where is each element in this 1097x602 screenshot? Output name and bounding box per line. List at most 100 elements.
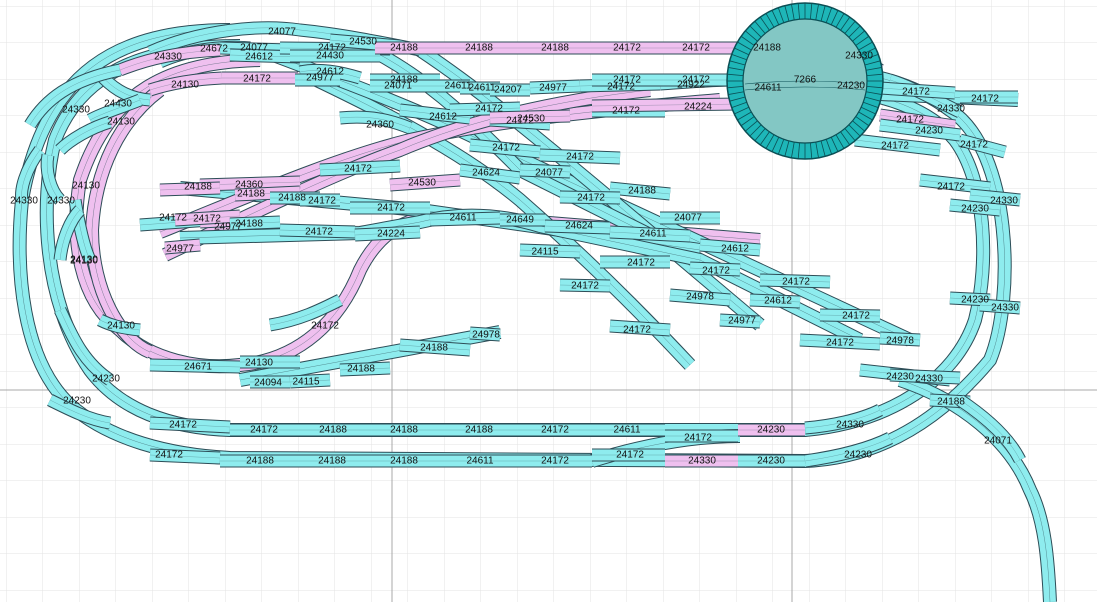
track-label: 24094	[254, 378, 282, 389]
track-label: 24360	[366, 120, 394, 131]
track-label: 24188	[390, 43, 418, 54]
track-label: 24172	[613, 43, 641, 54]
track-label: 24130	[171, 80, 199, 91]
track-label: 24330	[10, 196, 38, 207]
track-label: 24172	[881, 141, 909, 152]
track-label: 24330	[991, 303, 1019, 314]
track-label: 24172	[682, 43, 710, 54]
track-label: 24188	[753, 43, 781, 54]
track-label: 24430	[316, 51, 344, 62]
track-label: 24172	[627, 258, 655, 269]
track-label: 24330	[915, 374, 943, 385]
track-label: 24977	[306, 73, 334, 84]
track-label: 24077	[535, 168, 563, 179]
track-label: 24172	[623, 325, 651, 336]
track-label: 24330	[845, 51, 873, 62]
track-label: 24977	[728, 316, 756, 327]
track-label: 24172	[541, 425, 569, 436]
track-label: 24071	[984, 436, 1012, 447]
track-label: 24188	[319, 425, 347, 436]
track-label: 24172	[566, 152, 594, 163]
track-label: 24624	[565, 221, 593, 232]
track-label: 24172	[344, 164, 372, 175]
track-label: 24611	[754, 83, 782, 94]
track-label: 24115	[292, 377, 320, 388]
track-label: 24172	[169, 420, 197, 431]
track-label: 24612	[429, 112, 457, 123]
track-label: 24172	[960, 140, 988, 151]
track-label: 24611	[468, 83, 496, 94]
track-label: 24130	[72, 181, 100, 192]
track-label: 24188	[347, 364, 375, 375]
track-label: 24612	[245, 52, 273, 63]
track-label: 24624	[472, 168, 500, 179]
track-label: 24330	[688, 456, 716, 467]
track-label: 24530	[349, 37, 377, 48]
track-label: 24230	[961, 295, 989, 306]
track-label: 24172	[682, 75, 710, 86]
track-label: 24612	[721, 244, 749, 255]
track-label: 24188	[420, 343, 448, 354]
track-label: 24188	[318, 456, 346, 467]
track-label: 24077	[674, 213, 702, 224]
track-label: 24188	[628, 186, 656, 197]
track-label: 24130	[70, 255, 98, 266]
track-label: 24188	[541, 43, 569, 54]
track-label: 24172	[305, 227, 333, 238]
track-label: 24188	[278, 193, 306, 204]
track-label: 24172	[571, 281, 599, 292]
track-label: 24978	[686, 292, 714, 303]
track-label: 24172	[896, 115, 924, 126]
track-label: 24188	[237, 189, 265, 200]
track-label: 24071	[384, 81, 412, 92]
track-label: 24188	[390, 425, 418, 436]
track-label: 24188	[235, 219, 263, 230]
track-label: 24172	[702, 266, 730, 277]
track-label: 24172	[782, 277, 810, 288]
track-label: 24188	[937, 397, 965, 408]
track-label: 24977	[539, 83, 567, 94]
track-label: 24172	[475, 104, 503, 115]
track-label: 24330	[990, 196, 1018, 207]
track-label: 24172	[193, 214, 221, 225]
track-label: 24977	[166, 244, 194, 255]
track-label: 24172	[577, 193, 605, 204]
track-label: 24172	[684, 433, 712, 444]
track-label: 24172	[308, 196, 336, 207]
track-label: 24188	[465, 425, 493, 436]
track-label: 24230	[92, 374, 120, 385]
track-label: 24612	[764, 296, 792, 307]
track-label: 24230	[961, 204, 989, 215]
track-label: 24224	[377, 229, 405, 240]
track-label: 24172	[937, 182, 965, 193]
track-label: 24115	[531, 247, 559, 258]
track-label: 24230	[757, 425, 785, 436]
track-label: 24172	[243, 74, 271, 85]
track-label: 24172	[377, 203, 405, 214]
track-label: 24978	[886, 336, 914, 347]
track-label: 24530	[517, 114, 545, 125]
track-label: 24172	[492, 143, 520, 154]
track-label: 24188	[246, 456, 274, 467]
track-label: 24207	[494, 85, 522, 96]
track-label: 24130	[107, 321, 135, 332]
track-label: 24077	[268, 27, 296, 38]
track-label: 24611	[466, 456, 494, 467]
track-label: 24230	[915, 126, 943, 137]
track-label: 24172	[971, 94, 999, 105]
track-label: 24188	[184, 182, 212, 193]
track-label: 24172	[541, 456, 569, 467]
track-label: 24130	[107, 117, 135, 128]
track-label: 24224	[684, 102, 712, 113]
track-label: 24671	[184, 362, 212, 373]
track-label: 24172	[842, 311, 870, 322]
track-label: 24230	[844, 450, 872, 461]
track-label: 24172	[155, 450, 183, 461]
track-label: 24172	[826, 338, 854, 349]
track-plan-canvas: 7266 24077 24672 24077 24612 24172 24430 24530…	[0, 0, 1097, 602]
track-label: 24611	[639, 229, 667, 240]
track-label: 24330	[62, 105, 90, 116]
track-label: 24611	[613, 425, 641, 436]
track-label: 24188	[465, 43, 493, 54]
track-label: 24330	[937, 104, 965, 115]
